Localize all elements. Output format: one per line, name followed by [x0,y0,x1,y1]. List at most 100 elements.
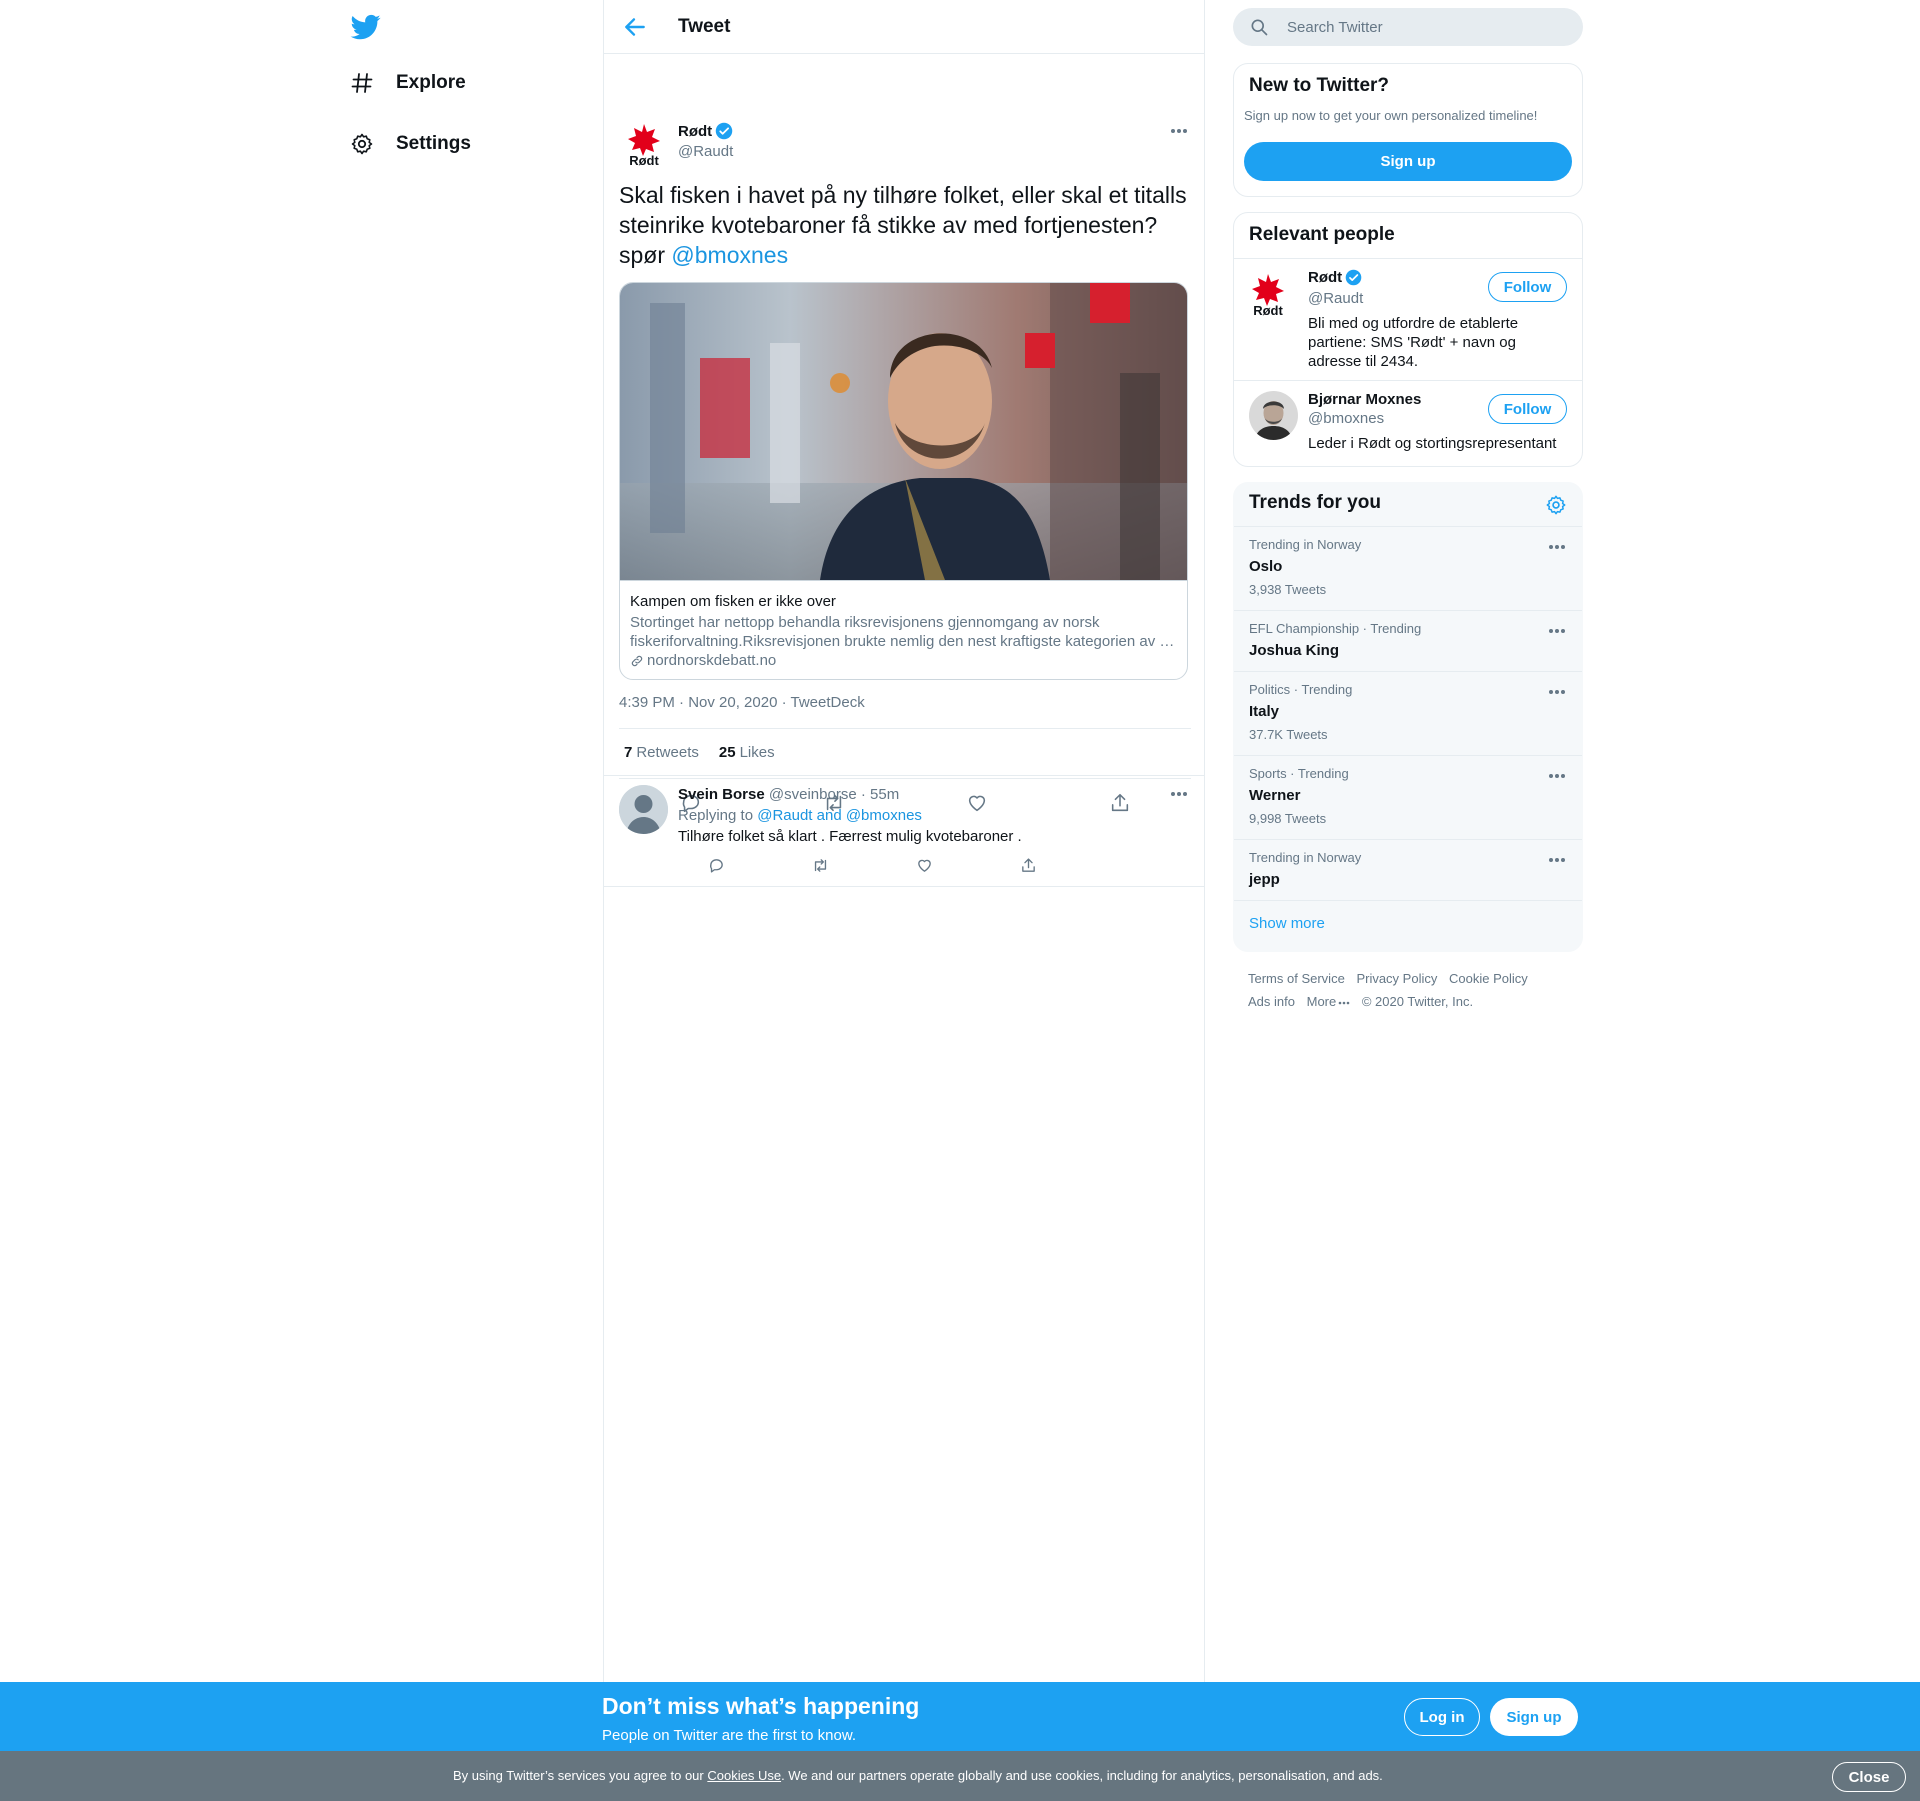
trend-item[interactable]: Politics · Trending Italy 37.7K Tweets [1234,671,1582,756]
hashtag-icon [348,69,376,97]
engagement-counts: 7 Retweets 25 Likes [624,744,775,761]
trend-more-icon[interactable] [1547,542,1567,552]
replying-to-prefix: Replying to [678,807,758,824]
rodt-logo-avatar[interactable]: Rødt [1246,272,1291,317]
column-header: Tweet [604,0,1204,54]
show-more-row[interactable]: Show more [1234,900,1582,951]
likes-label: Likes [739,744,775,761]
trends-settings-gear-icon[interactable] [1545,494,1567,516]
person-bmoxnes[interactable]: Bjørnar Moxnes @bmoxnes Leder i Rødt og … [1234,380,1582,466]
person-name: Bjørnar Moxnes [1308,391,1422,408]
footer-terms-link[interactable]: Terms of Service [1248,971,1345,986]
likes-count[interactable]: 25 Likes [719,744,775,761]
person-handle: @Raudt [1308,290,1364,307]
relevant-people-title: Relevant people [1249,224,1395,245]
retweet-icon [814,858,826,872]
reply-reply-button[interactable] [701,850,731,880]
more-options-icon[interactable] [1169,126,1189,136]
search-input[interactable] [1285,17,1569,37]
trend-name: Joshua King [1249,642,1340,659]
default-profile-icon [619,785,668,834]
sidebar-signup-button[interactable]: Sign up [1244,142,1572,181]
trend-item[interactable]: Sports · Trending Werner 9,998 Tweets [1234,755,1582,840]
login-button[interactable]: Log in [1404,1698,1480,1736]
trend-context: Trending in Norway [1249,537,1362,552]
share-icon [1021,857,1035,872]
trend-context: Sports · Trending [1249,766,1349,781]
trend-name: Werner [1249,787,1301,804]
person-bio: Bli med og utfordre de etablerte partien… [1308,315,1519,370]
tweet-author[interactable]: Rødt @Raudt [678,122,734,161]
card-domain: nordnorskdebatt.no [647,652,777,669]
cookie-banner: By using Twitter’s services you agree to… [0,1751,1920,1801]
verified-badge-icon [715,122,733,140]
mention-link[interactable]: @bmoxnes [671,242,788,268]
person-rodt[interactable]: Rødt Rødt @Raudt Bli med og utfordre de … [1234,258,1582,381]
retweets-number: 7 [624,744,633,761]
trend-more-icon[interactable] [1547,687,1567,697]
trend-more-icon[interactable] [1547,771,1567,781]
reply-author-name[interactable]: Svein Borse [678,786,765,803]
footer-cookie-link[interactable]: Cookie Policy [1449,971,1528,986]
reply-header: Svein Borse @sveinborse · 55m [678,786,900,803]
search-box[interactable] [1233,8,1583,46]
verified-badge-icon [1345,269,1362,286]
nav-explore[interactable]: Explore [348,63,466,103]
twitter-logo-icon[interactable] [348,12,384,42]
footer-privacy-link[interactable]: Privacy Policy [1356,971,1437,986]
nav-settings[interactable]: Settings [348,124,471,164]
reply-icon [709,858,723,873]
reply-actions [664,850,1080,880]
trend-context: EFL Championship · Trending [1249,621,1422,636]
trend-item[interactable]: Trending in Norway Oslo 3,938 Tweets [1234,526,1582,611]
tweet-author-handle: @Raudt [678,143,734,160]
cookie-text-before: By using Twitter’s services you agree to… [453,1768,708,1783]
replying-to-links[interactable]: @Raudt and @bmoxnes [757,807,922,824]
reply-like-button[interactable] [909,850,939,880]
banner-headline: Don’t miss what’s happening [602,1693,920,1719]
signup-banner: Don’t miss what’s happening People on Tw… [0,1682,1920,1751]
reply-avatar[interactable] [619,785,668,834]
cookies-use-link[interactable]: Cookies Use [707,1768,781,1783]
show-more-link[interactable]: Show more [1249,915,1325,932]
reply-share-button[interactable] [1013,850,1043,880]
footer-more-link[interactable]: More [1307,994,1351,1009]
cookie-close-button[interactable]: Close [1832,1762,1906,1792]
back-arrow-icon[interactable] [622,14,648,40]
reply-retweet-button[interactable] [805,850,835,880]
trend-context: Trending in Norway [1249,850,1362,865]
trend-name: Italy [1249,703,1280,720]
rodt-logo-avatar[interactable]: Rødt [622,122,667,167]
trends-title: Trends for you [1249,492,1381,513]
follow-button[interactable]: Follow [1488,394,1567,424]
trend-more-icon[interactable] [1547,626,1567,636]
banner-signup-button[interactable]: Sign up [1490,1698,1578,1736]
tweet-timestamp[interactable]: 4:39 PM · Nov 20, 2020 [619,694,777,711]
nav-explore-label: Explore [396,72,466,93]
footer-links: Terms of Service Privacy Policy Cookie P… [1248,967,1536,1013]
trend-name: jepp [1249,871,1280,888]
retweets-count[interactable]: 7 Retweets [624,744,699,761]
new-to-twitter-title: New to Twitter? [1249,75,1390,96]
link-card[interactable]: Kampen om fisken er ikke over Stortinget… [619,282,1188,680]
trend-item[interactable]: EFL Championship · Trending Joshua King [1234,610,1582,672]
moxnes-avatar[interactable] [1249,391,1298,440]
reply-time[interactable]: 55m [870,786,899,803]
reply-author-handle[interactable]: @sveinborse [769,786,857,803]
more-dots-icon [1338,1001,1350,1005]
new-to-twitter-subtitle: Sign up now to get your own personalized… [1244,108,1538,123]
svg-text:Rødt: Rødt [1253,303,1283,317]
card-image [620,283,1187,581]
new-to-twitter-panel: New to Twitter? Sign up now to get your … [1233,63,1583,197]
reply-more-options-icon[interactable] [1169,789,1189,799]
retweets-label: Retweets [636,744,699,761]
footer-more-label: More [1306,994,1337,1009]
trend-more-icon[interactable] [1547,855,1567,865]
person-name: Rødt [1308,269,1343,286]
follow-button[interactable]: Follow [1488,272,1567,302]
trend-item[interactable]: Trending in Norway jepp [1234,839,1582,901]
tweet-source[interactable]: TweetDeck [791,694,865,711]
tweet-author-name: Rødt [678,122,713,140]
reply-tweet[interactable]: Svein Borse @sveinborse · 55m Replying t… [604,775,1204,887]
footer-ads-info-link[interactable]: Ads info [1248,994,1295,1009]
